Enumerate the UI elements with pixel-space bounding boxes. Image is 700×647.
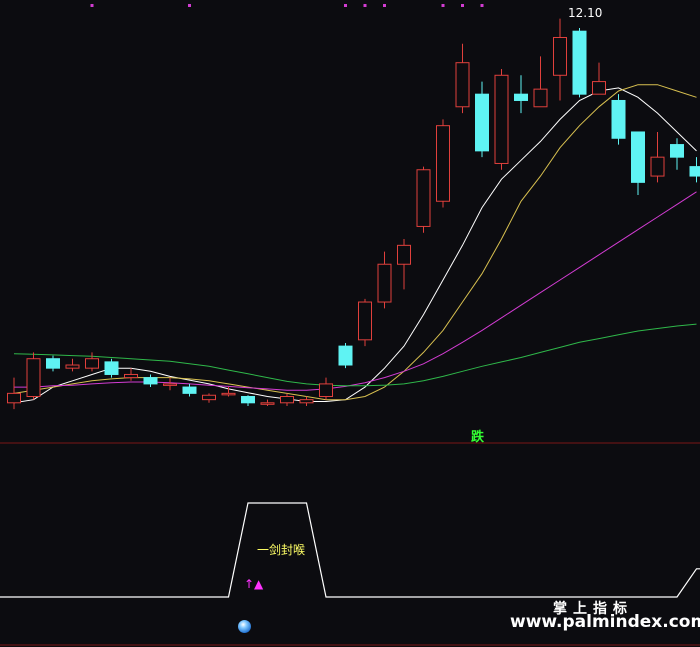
candle-body-up [221, 392, 236, 396]
candle-body-up [358, 301, 372, 341]
candle [611, 94, 626, 145]
candle-body-down [572, 30, 587, 95]
top-marker-dot [188, 4, 191, 7]
candle-body-up [26, 358, 41, 398]
candle-body-up [124, 373, 138, 379]
candle-body-down [46, 358, 60, 369]
candle [572, 28, 587, 98]
candle [416, 166, 431, 233]
candle-body-down [182, 386, 197, 394]
top-marker-dot [383, 4, 386, 7]
candle-body-up [299, 399, 314, 404]
candle-body-up [533, 88, 548, 108]
candle-body-down [631, 131, 645, 183]
candle [338, 342, 353, 369]
candle-body-down [611, 99, 626, 139]
up-arrow-marker: ↑▲ [244, 577, 264, 591]
candle-body-down [143, 377, 158, 385]
candle [436, 119, 450, 208]
candle-body-up [163, 383, 177, 386]
candle-body-up [416, 169, 431, 227]
candle-body-up [455, 62, 470, 108]
candle-body-down [670, 144, 684, 158]
high-price-label: 12.10 [568, 6, 603, 20]
candle-body-up [494, 74, 509, 164]
candle-body-down [241, 396, 255, 404]
candle [26, 352, 41, 400]
candle-body-down [338, 345, 353, 366]
top-marker-dot [480, 4, 484, 7]
candle-body-up [280, 396, 294, 404]
candle [104, 358, 119, 378]
candle-body-up [7, 392, 21, 404]
candle-body-up [436, 125, 450, 202]
candle-body-up [260, 402, 275, 405]
pattern-label: 一剑封喉 [257, 543, 306, 557]
candle-body-up [319, 383, 333, 398]
top-marker-dot [90, 4, 94, 7]
top-marker-dot [441, 4, 445, 7]
stock-chart [0, 0, 700, 647]
candle-body-up [553, 36, 567, 76]
signal-label: 跌 [471, 430, 485, 445]
top-marker-dot [363, 4, 367, 7]
candle-body-up [592, 81, 606, 95]
candle-body-up [202, 394, 216, 401]
brand-url: www.palmindex.com [510, 612, 700, 632]
candle-body-down [689, 166, 700, 177]
top-marker-dot [344, 4, 347, 7]
blue-orb-icon [238, 620, 251, 633]
candle-body-up [650, 156, 665, 177]
candle-body-up [377, 263, 392, 303]
candle-body-down [475, 93, 489, 152]
top-marker-dot [461, 4, 464, 7]
candle-body-up [397, 244, 411, 265]
candle-body-up [85, 358, 99, 369]
candle-body-down [104, 361, 119, 375]
candle-body-up [65, 364, 80, 369]
candle [358, 298, 372, 347]
candle-body-down [514, 93, 528, 101]
chart-background [0, 0, 700, 647]
candle [494, 68, 509, 170]
